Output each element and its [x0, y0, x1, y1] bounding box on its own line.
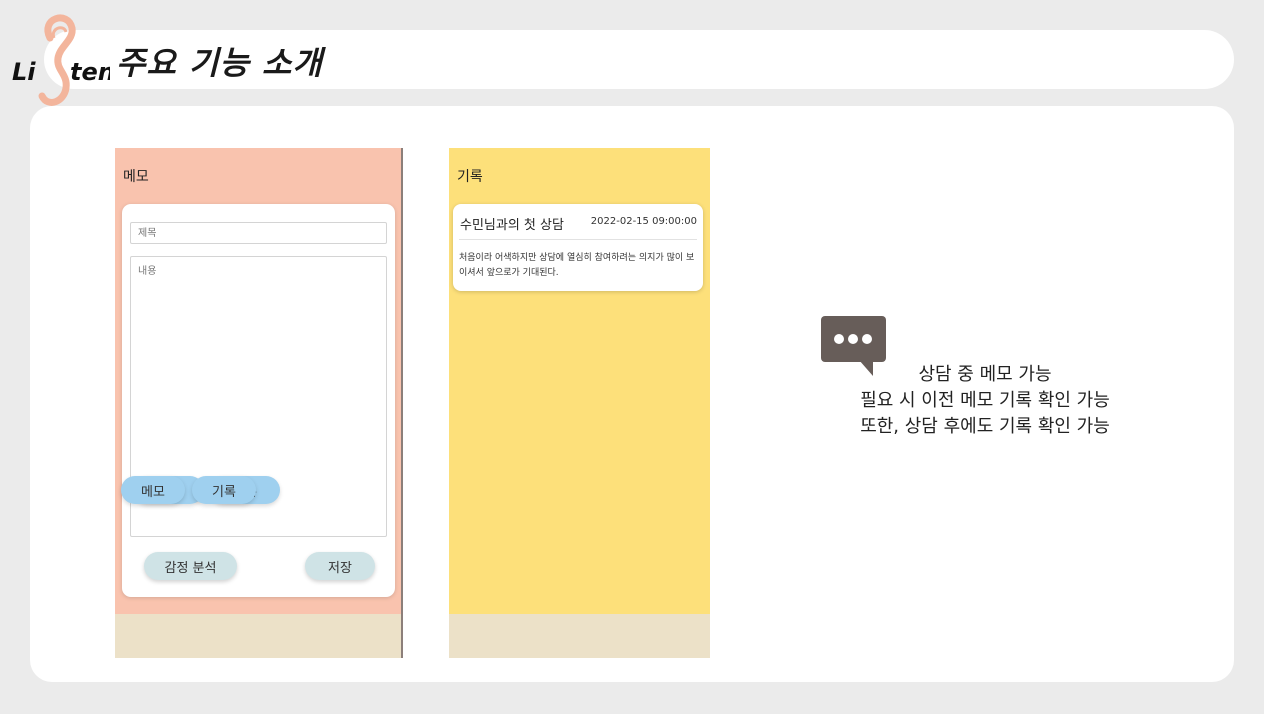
save-button[interactable]: 저장 [305, 552, 375, 580]
description-line: 상담 중 메모 가능 [918, 364, 1052, 385]
page-title: 주요 기능 소개 [116, 44, 323, 82]
memo-title-input[interactable] [130, 222, 387, 244]
memo-card: 감정 분석 저장 [122, 204, 395, 597]
record-entry-card[interactable]: 수민님과의 첫 상담 2022-02-15 09:00:00 처음이라 어색하지… [453, 204, 703, 291]
nav-memo-button[interactable]: 메모 [121, 476, 185, 504]
description-line: 필요 시 이전 메모 기록 확인 가능 [860, 390, 1110, 411]
bottom-nav [115, 614, 401, 658]
emotion-analysis-button[interactable]: 감정 분석 [144, 552, 237, 580]
record-entry-title: 수민님과의 첫 상담 [460, 218, 564, 233]
record-screen-title: 기록 [457, 169, 483, 185]
logo-ear-icon: Li ten [12, 14, 110, 106]
divider [459, 239, 697, 240]
record-screen: 기록 수민님과의 첫 상담 2022-02-15 09:00:00 처음이라 어… [449, 148, 710, 658]
svg-text:Li: Li [12, 58, 36, 86]
feature-description: 상담 중 메모 가능 필요 시 이전 메모 기록 확인 가능 또한, 상담 후에… [800, 362, 1170, 440]
memo-screen: 메모 감정 분석 저장 [115, 148, 403, 658]
description-line: 또한, 상담 후에도 기록 확인 가능 [860, 416, 1110, 437]
memo-screen-title: 메모 [123, 169, 149, 185]
record-entry-body: 처음이라 어색하지만 상담에 열심히 참여하려는 의지가 많이 보이셔서 앞으로… [459, 253, 695, 278]
nav-record-button[interactable]: 기록 [192, 476, 256, 504]
record-entry-datetime: 2022-02-15 09:00:00 [590, 216, 697, 227]
logo: Li ten [10, 8, 110, 112]
svg-text:ten: ten [70, 58, 110, 86]
bottom-nav [449, 614, 710, 658]
